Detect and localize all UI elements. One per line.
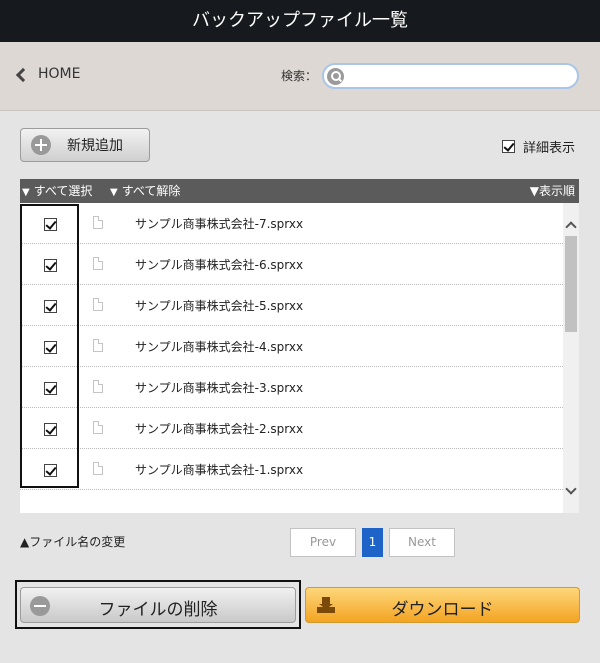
- file-name: サンプル商事株式会社-6.sprxx: [135, 258, 304, 272]
- row-checkbox[interactable]: [44, 259, 57, 272]
- file-list: サンプル商事株式会社-7.sprxx サンプル商事株式会社-6.sprxx サン…: [20, 203, 579, 513]
- row-checkbox[interactable]: [44, 423, 57, 436]
- detail-view-label: 詳細表示: [523, 141, 576, 156]
- pager-prev-button[interactable]: Prev: [290, 528, 356, 557]
- file-icon: [93, 421, 103, 434]
- search-box[interactable]: [322, 63, 579, 89]
- file-name: サンプル商事株式会社-4.sprxx: [135, 340, 304, 354]
- file-name: サンプル商事株式会社-7.sprxx: [135, 217, 304, 231]
- search-label: 検索：: [281, 69, 318, 83]
- add-new-button[interactable]: 新規追加: [20, 128, 150, 162]
- home-label: HOME: [38, 66, 81, 82]
- triangle-down-icon: ▼: [110, 187, 118, 198]
- sort-order-button[interactable]: ▼表示順: [530, 179, 575, 203]
- download-label: ダウンロード: [391, 600, 494, 620]
- add-new-label: 新規追加: [67, 138, 123, 154]
- scrollbar[interactable]: [563, 203, 579, 513]
- row-checkbox[interactable]: [44, 300, 57, 313]
- list-header: ▼ すべて選択 ▼ すべて解除 ▼表示順: [20, 179, 579, 203]
- detail-view-toggle[interactable]: 詳細表示: [502, 137, 575, 156]
- chevron-left-icon: [15, 67, 31, 82]
- file-icon: [93, 298, 103, 311]
- select-all-button[interactable]: ▼ すべて選択: [22, 179, 92, 205]
- chevron-up-icon[interactable]: [565, 221, 577, 233]
- window-title: バックアップファイル一覧: [0, 0, 600, 42]
- file-name: サンプル商事株式会社-1.sprxx: [135, 463, 304, 477]
- search-icon: [327, 68, 344, 85]
- list-item[interactable]: サンプル商事株式会社-4.sprxx: [20, 326, 563, 367]
- delete-file-label: ファイルの削除: [98, 600, 218, 620]
- row-checkbox[interactable]: [44, 218, 57, 231]
- list-item[interactable]: サンプル商事株式会社-1.sprxx: [20, 449, 563, 490]
- file-icon: [93, 216, 103, 229]
- list-item[interactable]: サンプル商事株式会社-2.sprxx: [20, 408, 563, 449]
- scrollbar-thumb[interactable]: [565, 236, 577, 332]
- rename-file-link[interactable]: ▲ファイル名の変更: [20, 533, 125, 550]
- pager-page-1[interactable]: 1: [362, 528, 383, 557]
- row-checkbox[interactable]: [44, 382, 57, 395]
- deselect-all-button[interactable]: ▼ すべて解除: [110, 179, 180, 205]
- download-button[interactable]: ダウンロード: [305, 587, 580, 623]
- list-item[interactable]: サンプル商事株式会社-5.sprxx: [20, 285, 563, 326]
- file-icon: [93, 462, 103, 475]
- triangle-down-icon: ▼: [22, 187, 30, 198]
- delete-file-button[interactable]: ファイルの削除: [20, 587, 296, 623]
- file-icon: [93, 339, 103, 352]
- select-all-label: すべて選択: [33, 184, 93, 198]
- detail-view-checkbox[interactable]: [502, 140, 515, 153]
- home-link[interactable]: HOME: [15, 66, 81, 82]
- chevron-down-icon[interactable]: [565, 483, 577, 495]
- search-input[interactable]: [350, 67, 570, 85]
- list-item[interactable]: サンプル商事株式会社-3.sprxx: [20, 367, 563, 408]
- row-checkbox[interactable]: [44, 341, 57, 354]
- list-item[interactable]: サンプル商事株式会社-6.sprxx: [20, 244, 563, 285]
- file-name: サンプル商事株式会社-5.sprxx: [135, 299, 304, 313]
- deselect-all-label: すべて解除: [121, 184, 181, 198]
- plus-circle-icon: [31, 135, 51, 155]
- file-name: サンプル商事株式会社-2.sprxx: [135, 422, 304, 436]
- file-name: サンプル商事株式会社-3.sprxx: [135, 381, 304, 395]
- file-icon: [93, 380, 103, 393]
- file-icon: [93, 257, 103, 270]
- nav-bar: HOME 検索：: [0, 42, 600, 111]
- list-item[interactable]: サンプル商事株式会社-7.sprxx: [20, 203, 563, 244]
- pager-next-button[interactable]: Next: [389, 528, 455, 557]
- row-checkbox[interactable]: [44, 464, 57, 477]
